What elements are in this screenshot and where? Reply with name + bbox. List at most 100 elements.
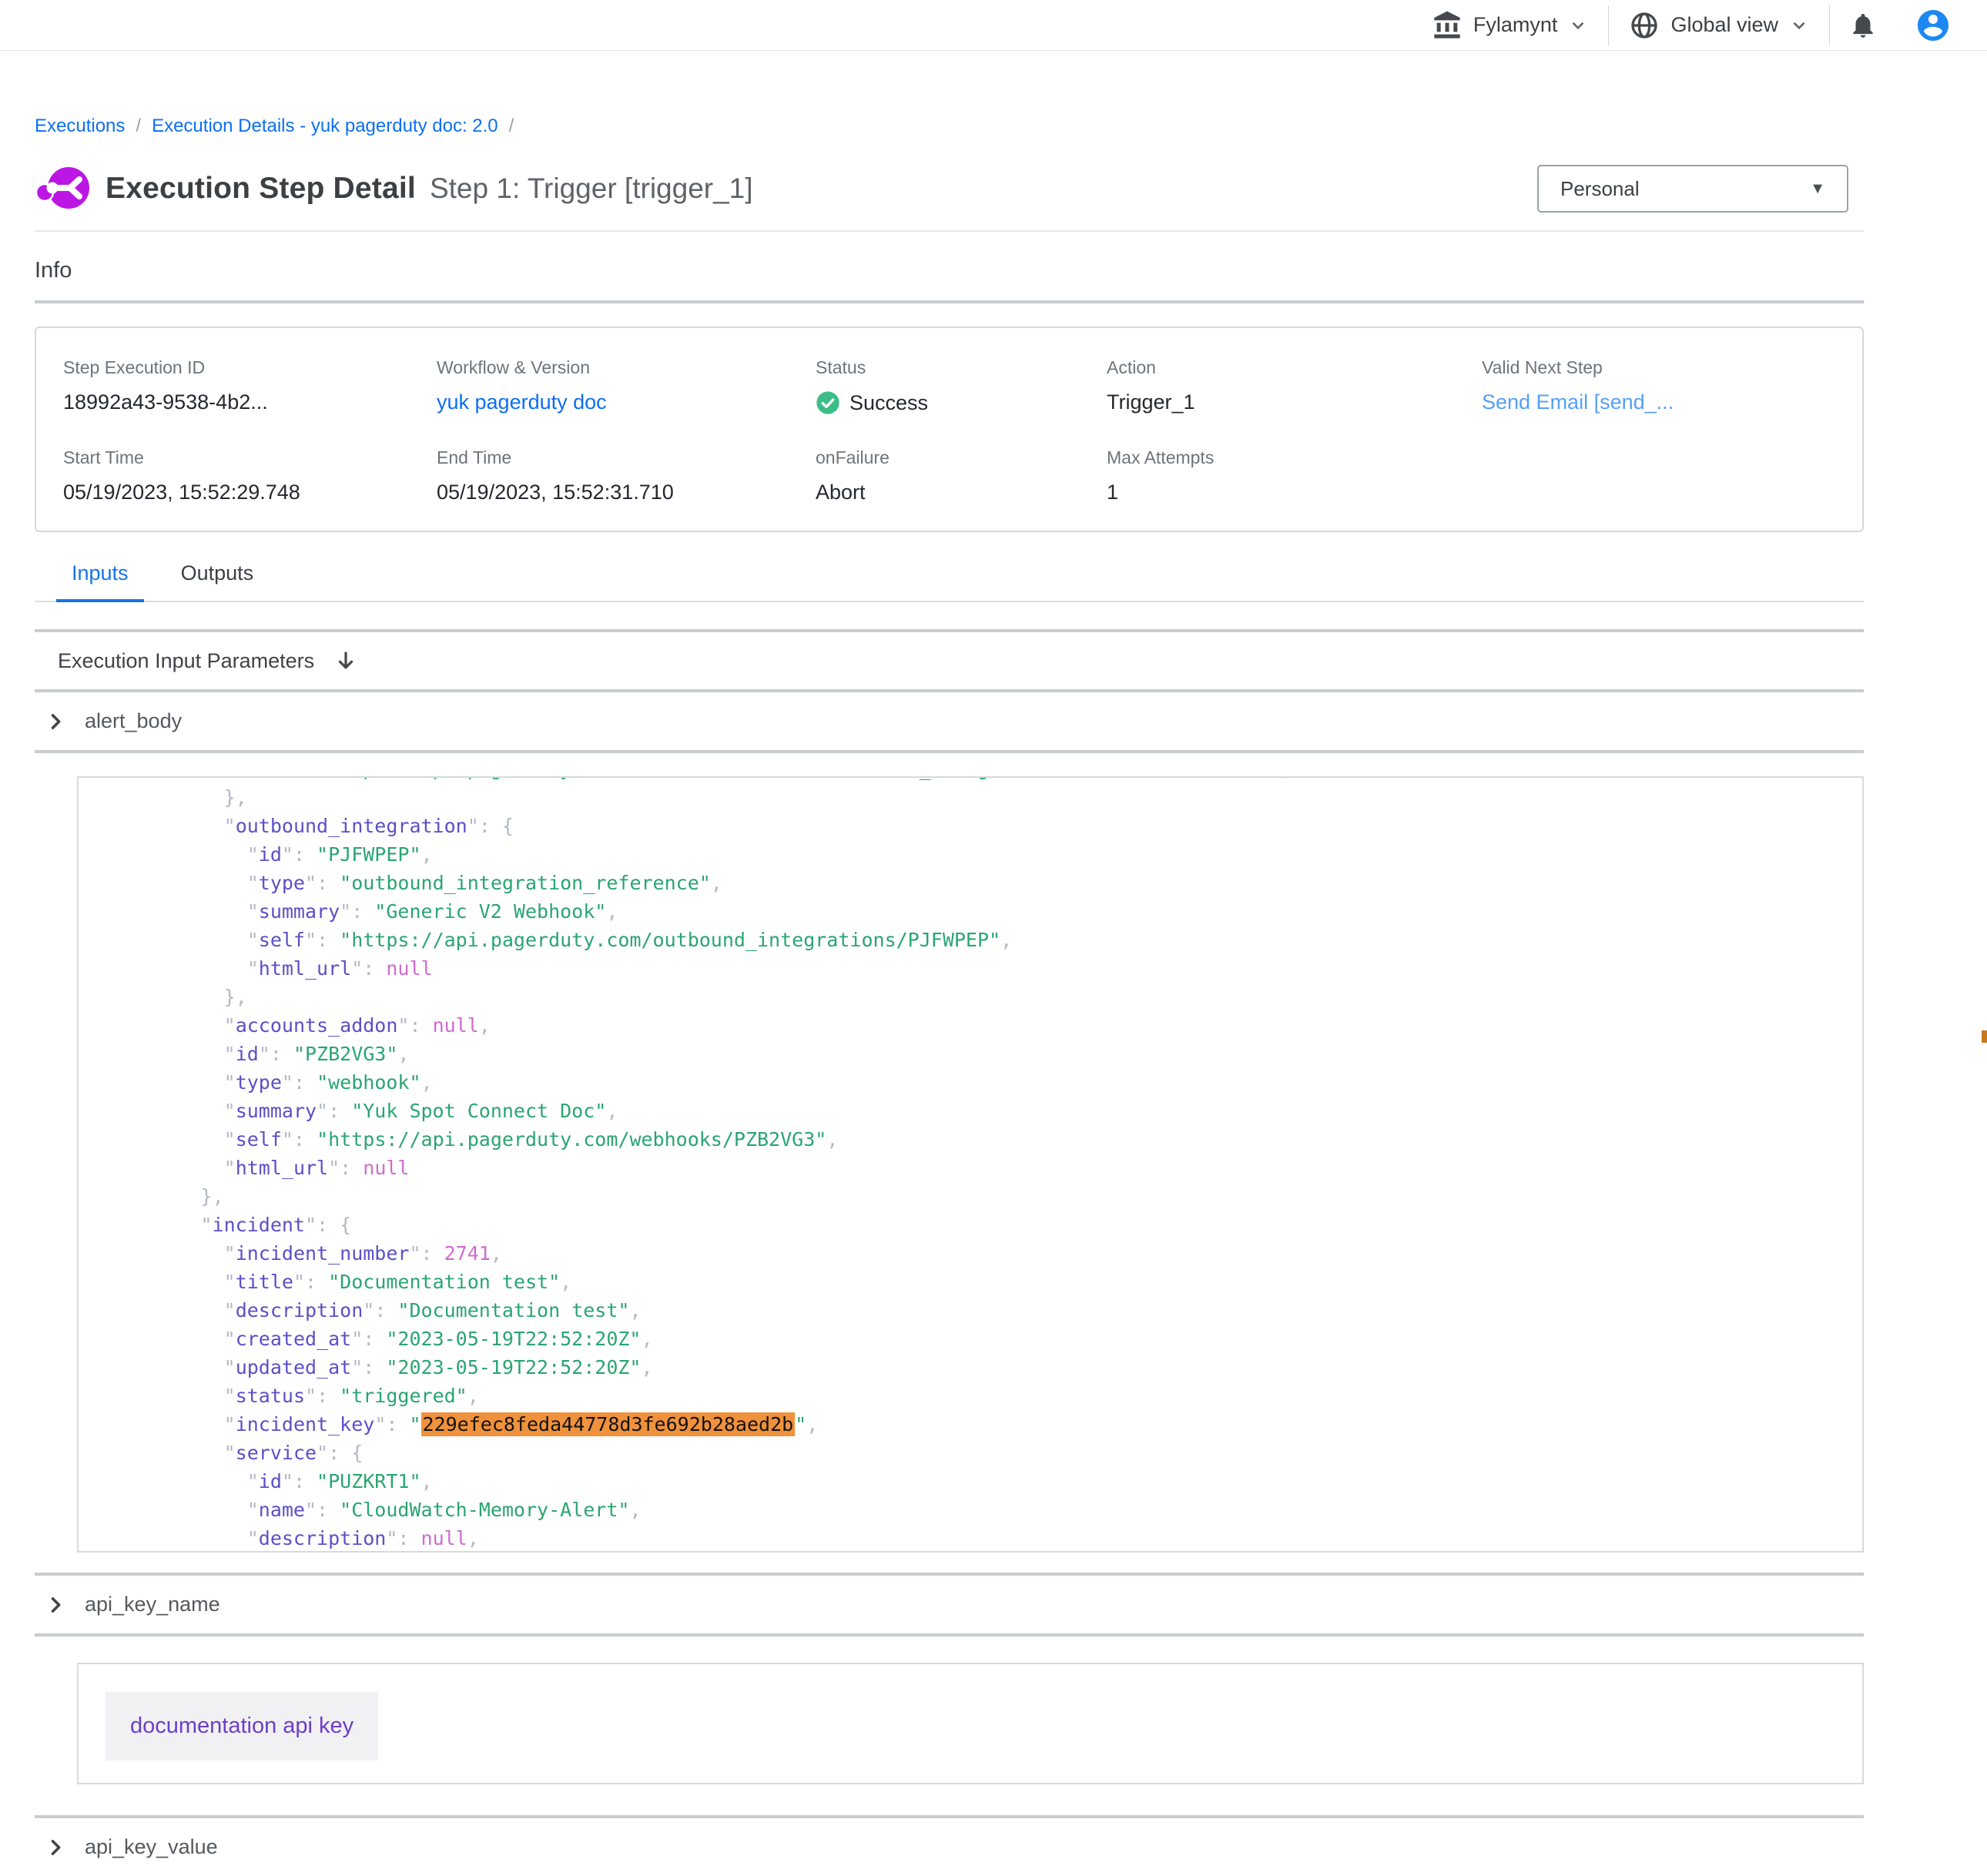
code-line: "outbound_integration": { <box>85 812 1862 840</box>
code-line: "description": "Documentation test", <box>85 1296 1862 1325</box>
section-row-api-key-name[interactable]: api_key_name <box>35 1576 1864 1633</box>
field-on-failure: onFailure Abort <box>816 447 1107 504</box>
field-start-time: Start Time 05/19/2023, 15:52:29.748 <box>63 447 437 504</box>
page-subtitle: Step 1: Trigger [trigger_1] <box>430 173 753 205</box>
info-heading: Info <box>35 258 1864 283</box>
code-line: "html_url": null <box>85 954 1862 983</box>
view-name: Global view <box>1670 13 1778 37</box>
field-label: Step Execution ID <box>63 357 437 378</box>
code-line: "html_url": null <box>85 1154 1862 1182</box>
code-line: "accounts_addon": null, <box>85 1011 1862 1040</box>
code-line: "title": "Documentation test", <box>85 1268 1862 1296</box>
title-divider <box>35 230 1864 232</box>
caret-down-icon: ▼ <box>1810 180 1825 198</box>
code-line: "self": "https://api.pagerduty.com/webho… <box>85 776 1862 783</box>
code-line: "summary": "Generic V2 Webhook", <box>85 897 1862 926</box>
download-parameters-button[interactable] <box>334 649 357 672</box>
code-line: "id": "PZB2VG3", <box>85 1040 1862 1068</box>
find-match-scrollbar-marker <box>1982 1030 1987 1043</box>
api-key-name-chip: documentation api key <box>106 1692 378 1760</box>
code-line: "summary": "Yuk Spot Connect Doc", <box>85 1097 1862 1125</box>
field-status: Status Success <box>816 357 1107 415</box>
chevron-down-icon <box>1568 15 1588 35</box>
chevron-right-icon <box>45 711 66 732</box>
chevron-right-icon <box>45 1837 66 1858</box>
field-action: Action Trigger_1 <box>1107 357 1482 415</box>
chevron-right-icon <box>45 1594 66 1616</box>
info-card: Step Execution ID 18992a43-9538-4b2... W… <box>35 327 1864 532</box>
section-row-label: api_key_name <box>85 1593 220 1616</box>
code-line: "type": "webhook", <box>85 1068 1862 1097</box>
download-arrow-icon <box>334 649 357 672</box>
code-line: "description": null, <box>85 1524 1862 1553</box>
code-line: "incident_number": 2741, <box>85 1239 1862 1268</box>
field-valid-next-step: Valid Next Step Send Email [send_... <box>1482 357 1862 415</box>
workflow-logo-icon <box>35 163 92 214</box>
field-label: End Time <box>437 447 816 468</box>
code-line: "updated_at": "2023-05-19T22:52:20Z", <box>85 1353 1862 1382</box>
field-label: onFailure <box>816 447 1107 468</box>
org-switcher[interactable]: Fylamynt <box>1412 10 1609 41</box>
breadcrumb: Executions / Execution Details - yuk pag… <box>35 116 1864 137</box>
section-row-alert-body[interactable]: alert_body <box>35 692 1864 750</box>
code-line: "self": "https://api.pagerduty.com/webho… <box>85 1125 1862 1154</box>
title-row: Execution Step Detail Step 1: Trigger [t… <box>35 163 1864 214</box>
field-workflow-version: Workflow & Version yuk pagerduty doc <box>437 357 816 415</box>
alert-body-json-viewer[interactable]: "self": "https://api.pagerduty.com/webho… <box>77 776 1864 1553</box>
tab-inputs[interactable]: Inputs <box>56 561 144 602</box>
code-line: "id": "PUZKRT1", <box>85 1467 1862 1496</box>
field-value: 05/19/2023, 15:52:29.748 <box>63 481 437 504</box>
code-pre: "self": "https://api.pagerduty.com/webho… <box>79 776 1862 1553</box>
field-label: Workflow & Version <box>437 357 816 378</box>
code-line: "self": "https://api.pagerduty.com/outbo… <box>85 926 1862 954</box>
section-row-label: api_key_value <box>85 1835 218 1859</box>
tab-outputs[interactable]: Outputs <box>166 561 270 601</box>
field-step-execution-id: Step Execution ID 18992a43-9538-4b2... <box>63 357 437 415</box>
code-line: "created_at": "2023-05-19T22:52:20Z", <box>85 1325 1862 1353</box>
code-line: "status": "triggered", <box>85 1382 1862 1410</box>
tabbar: Inputs Outputs <box>35 561 1864 602</box>
chevron-down-icon <box>1789 15 1809 35</box>
account-button[interactable] <box>1896 7 1970 44</box>
page-title: Execution Step Detail <box>106 172 416 206</box>
next-step-link[interactable]: Send Email [send_... <box>1482 390 1674 414</box>
globe-icon <box>1629 10 1660 41</box>
breadcrumb-executions-link[interactable]: Executions <box>35 116 125 137</box>
field-label: Max Attempts <box>1107 447 1482 468</box>
user-avatar-icon <box>1915 7 1952 44</box>
field-value: 18992a43-9538-4b2... <box>63 390 437 414</box>
info-divider <box>35 300 1864 303</box>
notifications-button[interactable] <box>1830 11 1896 40</box>
field-label: Valid Next Step <box>1482 357 1862 378</box>
field-end-time: End Time 05/19/2023, 15:52:31.710 <box>437 447 816 504</box>
field-value: Trigger_1 <box>1107 390 1482 414</box>
success-check-icon <box>816 390 840 415</box>
status-text: Success <box>849 391 928 415</box>
field-value: 05/19/2023, 15:52:31.710 <box>437 481 816 504</box>
empty-cell <box>1482 447 1862 504</box>
code-line: "name": "CloudWatch-Memory-Alert", <box>85 1496 1862 1524</box>
field-label: Status <box>816 357 1107 378</box>
view-switcher[interactable]: Global view <box>1609 10 1829 41</box>
breadcrumb-execution-details-link[interactable]: Execution Details - yuk pagerduty doc: 2… <box>152 116 498 137</box>
section-divider <box>35 750 1864 753</box>
scope-select[interactable]: Personal ▼ <box>1537 165 1848 213</box>
code-line: "service": { <box>85 1439 1862 1467</box>
section-row-api-key-value[interactable]: api_key_value <box>35 1818 1864 1876</box>
param-header-label: Execution Input Parameters <box>58 649 314 673</box>
api-key-name-value-box: documentation api key <box>77 1663 1864 1784</box>
section-row-label: alert_body <box>85 709 182 733</box>
code-line: "incident_key": "229efec8feda44778d3fe69… <box>85 1410 1862 1439</box>
code-line: }, <box>85 1182 1862 1211</box>
breadcrumb-separator: / <box>136 116 141 137</box>
code-line: }, <box>85 983 1862 1011</box>
main-content: Executions / Execution Details - yuk pag… <box>0 116 1987 1876</box>
search-highlight: 229efec8feda44778d3fe692b28aed2b <box>421 1412 796 1436</box>
breadcrumb-separator: / <box>509 116 514 137</box>
field-value: Abort <box>816 481 1107 504</box>
scope-select-value: Personal <box>1560 177 1640 201</box>
field-value: 1 <box>1107 481 1482 504</box>
code-line: }, <box>85 783 1862 812</box>
workflow-link[interactable]: yuk pagerduty doc <box>437 390 607 414</box>
topbar: Fylamynt Global view <box>0 0 1987 51</box>
